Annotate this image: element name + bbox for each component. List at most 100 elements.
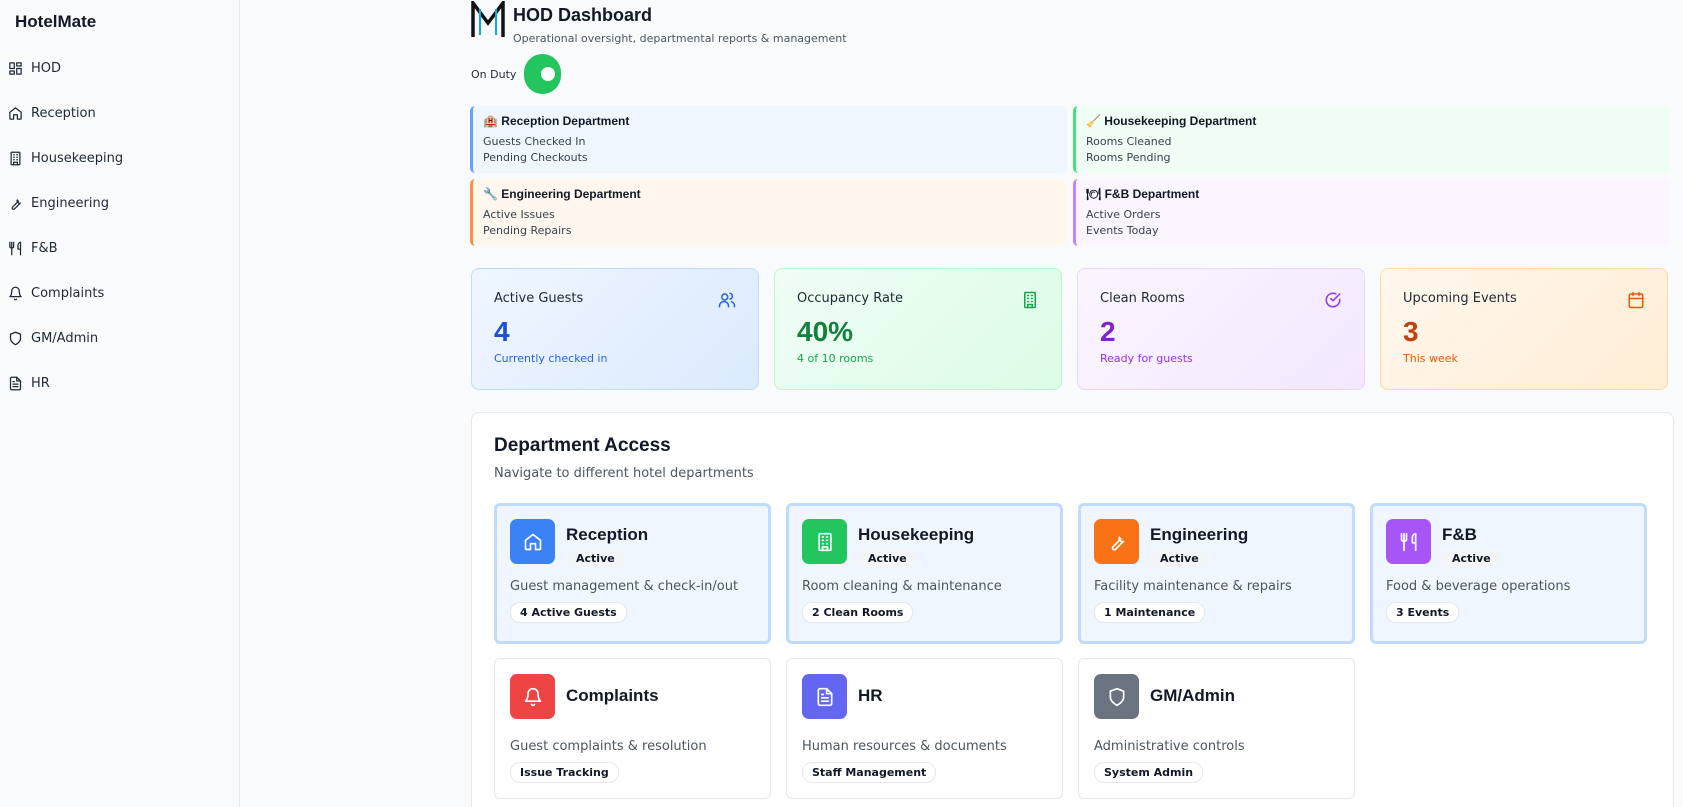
wrench-emoji-icon: 🔧 bbox=[483, 187, 498, 201]
sidebar-item-label: Complaints bbox=[31, 286, 105, 301]
sidebar-item-hod[interactable]: HOD bbox=[0, 46, 239, 91]
card-description: Facility maintenance & repairs bbox=[1094, 579, 1292, 594]
sidebar-item-label: HOD bbox=[31, 61, 62, 76]
utensils-icon bbox=[1386, 519, 1431, 564]
card-title: F&B bbox=[1442, 525, 1477, 544]
sidebar-item-label: Housekeeping bbox=[31, 151, 124, 166]
card-tag: Staff Management bbox=[802, 762, 937, 783]
stat-card-upcoming-events: Upcoming Events 3 This week bbox=[1380, 268, 1668, 390]
card-title: Complaints bbox=[566, 686, 659, 705]
department-card-engineering[interactable]: Engineering Active Facility maintenance &… bbox=[1078, 503, 1355, 644]
bell-icon bbox=[510, 674, 555, 719]
stat-label: Clean Rooms bbox=[1100, 291, 1185, 306]
app: HotelMate HOD Reception Housekeeping Eng… bbox=[0, 0, 1683, 807]
card-tag: 1 Maintenance bbox=[1094, 602, 1206, 623]
calendar-icon bbox=[1628, 291, 1644, 309]
sidebar-item-fnb[interactable]: F&B bbox=[0, 226, 239, 271]
card-description: Administrative controls bbox=[1094, 739, 1245, 754]
file-icon bbox=[802, 674, 847, 719]
card-title: Engineering bbox=[1150, 525, 1249, 544]
grid-icon bbox=[9, 62, 22, 75]
broom-icon: 🧹 bbox=[1086, 114, 1101, 128]
department-card-complaints[interactable]: Complaints Guest complaints & resolution… bbox=[494, 658, 771, 799]
stat-value: 3 bbox=[1403, 316, 1419, 347]
hotel-logo-icon bbox=[471, 1, 505, 37]
card-tag: Issue Tracking bbox=[510, 762, 619, 783]
card-description: Human resources & documents bbox=[802, 739, 1007, 754]
page-title: HOD Dashboard bbox=[513, 5, 653, 25]
department-card-hr[interactable]: HR Human resources & documents Staff Man… bbox=[786, 658, 1063, 799]
dept-summary-line: Rooms Pending bbox=[1086, 151, 1171, 164]
home-icon bbox=[510, 519, 555, 564]
sidebar-item-label: F&B bbox=[31, 241, 58, 256]
file-icon bbox=[9, 376, 22, 391]
department-card-housekeeping[interactable]: Housekeeping Active Room cleaning & maint… bbox=[786, 503, 1063, 644]
duty-label: On Duty bbox=[471, 67, 517, 81]
card-tag: System Admin bbox=[1094, 762, 1204, 783]
dept-summary-title: 🏨 Reception Department bbox=[483, 114, 630, 128]
sidebar-item-reception[interactable]: Reception bbox=[0, 91, 239, 136]
building-icon bbox=[1024, 291, 1036, 309]
stats-row: Active Guests 4 Currently checked in Occ… bbox=[471, 268, 1668, 390]
stat-card-active-guests: Active Guests 4 Currently checked in bbox=[471, 268, 759, 390]
stat-card-clean-rooms: Clean Rooms 2 Ready for guests bbox=[1077, 268, 1365, 390]
on-duty-toggle[interactable] bbox=[524, 54, 562, 94]
main-content: HOD Dashboard Operational oversight, dep… bbox=[240, 0, 1683, 807]
card-description: Guest management & check-in/out bbox=[510, 579, 739, 594]
stat-card-occupancy-rate: Occupancy Rate 40% 4 of 10 rooms bbox=[774, 268, 1062, 390]
stat-label: Active Guests bbox=[494, 291, 584, 306]
stat-value: 4 bbox=[494, 316, 510, 347]
stat-note: Ready for guests bbox=[1100, 352, 1193, 365]
sidebar-item-label: Engineering bbox=[31, 196, 109, 211]
sidebar-item-engineering[interactable]: Engineering bbox=[0, 181, 239, 226]
dept-summary-housekeeping: 🧹 Housekeeping Department Rooms Cleaned … bbox=[1073, 106, 1670, 173]
section-subtitle: Navigate to different hotel departments bbox=[494, 466, 754, 481]
department-card-gm-admin[interactable]: GM/Admin Administrative controls System … bbox=[1078, 658, 1355, 799]
dept-summary-engineering: 🔧 Engineering Department Active Issues P… bbox=[470, 179, 1067, 246]
duty-toggle-row: On Duty bbox=[471, 54, 562, 94]
sidebar-item-housekeeping[interactable]: Housekeeping bbox=[0, 136, 239, 181]
card-tag: 3 Events bbox=[1386, 602, 1460, 623]
department-card-fnb[interactable]: F&B Active Food & beverage operations 3 E… bbox=[1370, 503, 1647, 644]
sidebar: HotelMate HOD Reception Housekeeping Eng… bbox=[0, 0, 240, 807]
sidebar-item-label: GM/Admin bbox=[31, 331, 99, 346]
stat-label: Occupancy Rate bbox=[797, 291, 904, 306]
card-title: Housekeeping bbox=[858, 525, 975, 544]
card-description: Room cleaning & maintenance bbox=[802, 579, 1002, 594]
shield-icon bbox=[9, 331, 22, 346]
wrench-icon bbox=[11, 199, 21, 210]
home-icon bbox=[9, 107, 22, 120]
dept-summary-title: 🍽 F&B Department bbox=[1086, 187, 1200, 201]
sidebar-item-complaints[interactable]: Complaints bbox=[0, 271, 239, 316]
card-title: GM/Admin bbox=[1150, 686, 1235, 705]
brand-logo[interactable]: HotelMate bbox=[0, 0, 239, 46]
hotel-icon: 🏨 bbox=[483, 114, 498, 128]
dept-summary-line: Rooms Cleaned bbox=[1086, 135, 1172, 148]
status-badge: Active bbox=[1150, 550, 1209, 567]
stat-note: Currently checked in bbox=[494, 352, 608, 365]
department-card-reception[interactable]: Reception Active Guest management & check… bbox=[494, 503, 771, 644]
dept-summary-title: 🔧 Engineering Department bbox=[483, 187, 641, 201]
dept-summary-line: Events Today bbox=[1086, 224, 1159, 237]
stat-note: 4 of 10 rooms bbox=[797, 352, 874, 365]
department-grid: Reception Active Guest management & check… bbox=[494, 503, 1651, 799]
building-icon bbox=[802, 519, 847, 564]
sidebar-item-gm-admin[interactable]: GM/Admin bbox=[0, 316, 239, 361]
dept-summary-line: Guests Checked In bbox=[483, 135, 586, 148]
toggle-knob bbox=[541, 67, 556, 81]
dept-summary-line: Pending Checkouts bbox=[483, 151, 588, 164]
status-badge: Active bbox=[1442, 550, 1501, 567]
building-icon bbox=[10, 151, 21, 166]
sidebar-item-label: Reception bbox=[31, 106, 96, 121]
dept-summary-line: Active Orders bbox=[1086, 208, 1161, 221]
shield-icon bbox=[1094, 674, 1139, 719]
dept-summary-reception: 🏨 Reception Department Guests Checked In… bbox=[470, 106, 1067, 173]
page-subtitle: Operational oversight, departmental repo… bbox=[513, 32, 847, 45]
plate-icon: 🍽 bbox=[1086, 187, 1102, 201]
stat-label: Upcoming Events bbox=[1403, 291, 1517, 306]
dept-summary-line: Pending Repairs bbox=[483, 224, 572, 237]
dept-summary-title: 🧹 Housekeeping Department bbox=[1086, 114, 1257, 128]
sidebar-item-hr[interactable]: HR bbox=[0, 361, 239, 406]
card-tag: 4 Active Guests bbox=[510, 602, 627, 623]
section-title: Department Access bbox=[494, 435, 671, 456]
